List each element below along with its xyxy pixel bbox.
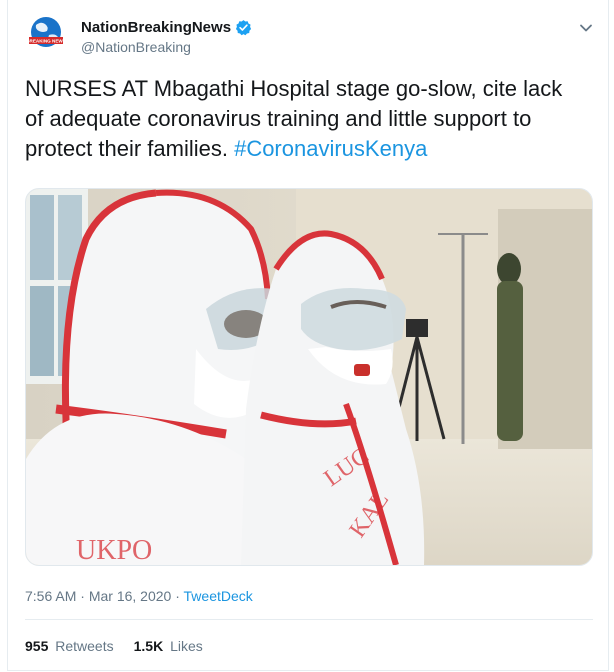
meta-separator: · bbox=[76, 588, 89, 604]
retweets-count: 955 bbox=[25, 638, 49, 654]
divider bbox=[25, 619, 593, 620]
tweet-card: BREAKING NEWS NationBreakingNews @Nation… bbox=[7, 0, 609, 671]
tweet-source-link[interactable]: TweetDeck bbox=[184, 588, 253, 604]
tweet-time[interactable]: 7:56 AM bbox=[25, 588, 76, 604]
meta-separator: · bbox=[171, 588, 184, 604]
likes-count: 1.5K bbox=[133, 638, 164, 654]
account-handle[interactable]: @NationBreaking bbox=[81, 39, 252, 55]
tweet-photo[interactable]: UKPO LUC KAL bbox=[25, 188, 593, 566]
tweet-text: NURSES AT Mbagathi Hospital stage go-slo… bbox=[25, 74, 585, 164]
retweets-stat[interactable]: 955 Retweets bbox=[25, 638, 114, 654]
chevron-down-icon[interactable] bbox=[577, 19, 595, 37]
avatar-label: BREAKING NEWS bbox=[26, 39, 66, 44]
retweets-label: Retweets bbox=[55, 638, 114, 654]
account-names: NationBreakingNews @NationBreaking bbox=[81, 17, 252, 55]
avatar[interactable]: BREAKING NEWS bbox=[25, 15, 67, 57]
hashtag-link[interactable]: #CoronavirusKenya bbox=[234, 136, 427, 161]
likes-stat[interactable]: 1.5K Likes bbox=[134, 638, 203, 654]
tweet-stats: 955 Retweets 1.5K Likes bbox=[25, 638, 223, 654]
display-name[interactable]: NationBreakingNews bbox=[81, 19, 231, 36]
suit-text-left: UKPO bbox=[76, 535, 152, 565]
likes-label: Likes bbox=[170, 638, 203, 654]
verified-badge-icon bbox=[235, 19, 252, 36]
display-name-row: NationBreakingNews bbox=[81, 17, 252, 37]
tweet-meta: 7:56 AM · Mar 16, 2020 · TweetDeck bbox=[25, 588, 253, 604]
tweet-date[interactable]: Mar 16, 2020 bbox=[89, 588, 172, 604]
tweet-header: BREAKING NEWS NationBreakingNews @Nation… bbox=[25, 15, 595, 59]
